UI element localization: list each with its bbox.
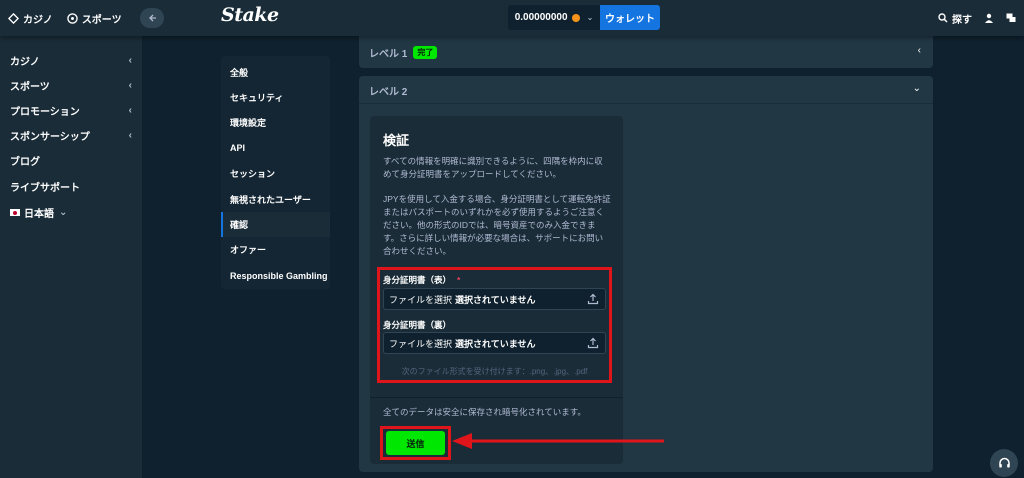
- language-selector[interactable]: 日本語 ⌄: [10, 205, 132, 220]
- sidebar-item-label: ブログ: [10, 157, 40, 168]
- sidebar-item-label: カジノ: [10, 57, 40, 68]
- sidebar-item-label: ライブサポート: [10, 183, 80, 194]
- settings-nav-verification[interactable]: 確認: [221, 212, 330, 237]
- bitcoin-icon: [571, 13, 580, 22]
- level-2-title: レベル 2: [369, 86, 408, 98]
- chat-toggle-button[interactable]: [1006, 13, 1016, 23]
- red-arrow-icon: [452, 433, 664, 449]
- level-1-panel[interactable]: レベル 1 完了 ‹: [359, 36, 933, 68]
- chevron-left-icon: ‹: [128, 130, 132, 141]
- stake-logo[interactable]: Stake: [221, 4, 279, 26]
- wallet-group: 0.00000000 ⌄ ウォレット: [508, 5, 660, 30]
- highlight-submit-box: [380, 426, 451, 460]
- casino-tab[interactable]: カジノ: [8, 11, 53, 26]
- settings-nav-preferences[interactable]: 環境設定: [221, 110, 330, 135]
- balance-selector[interactable]: 0.00000000 ⌄: [508, 5, 600, 30]
- level-2-title-wrap: レベル 2: [369, 76, 407, 104]
- casino-tab-label: カジノ: [23, 14, 53, 26]
- sidebar-item-label: スポンサーシップ: [10, 132, 90, 143]
- sidebar-item-sports[interactable]: スポーツ ‹: [10, 78, 132, 93]
- sidebar-item-live-support[interactable]: ライブサポート: [10, 179, 132, 194]
- level-1-header: レベル 1 完了: [369, 36, 438, 68]
- sports-tab-label: スポーツ: [81, 14, 122, 26]
- card-divider: [370, 397, 623, 398]
- settings-nav-api[interactable]: API: [221, 135, 330, 160]
- balance-amount: 0.00000000: [514, 12, 568, 23]
- japan-flag-icon: [10, 209, 20, 216]
- chevron-down-icon: ⌄: [59, 207, 68, 218]
- chevron-left-icon: ‹: [128, 55, 132, 66]
- sidebar-item-casino[interactable]: カジノ ‹: [10, 53, 132, 68]
- sidebar: カジノ ‹ スポーツ ‹ プロモーション ‹ スポンサーシップ ‹ ブログ ライ…: [0, 36, 142, 478]
- collapse-arrow-icon: [148, 14, 156, 22]
- top-bar-right: 探す: [938, 0, 1016, 36]
- sports-ball-icon: [67, 12, 78, 24]
- top-bar-left: カジノ スポーツ: [8, 0, 164, 36]
- chat-bubbles-icon: [1006, 13, 1016, 22]
- settings-nav-offers[interactable]: オファー: [221, 237, 330, 262]
- casino-icon: [8, 12, 19, 24]
- search-icon: [938, 13, 948, 23]
- search-label: 探す: [952, 14, 972, 26]
- secure-storage-note: 全てのデータは安全に保存され暗号化されています。: [383, 407, 586, 417]
- user-icon: [985, 13, 993, 23]
- settings-nav-sessions[interactable]: セッション: [221, 161, 330, 186]
- top-bar: カジノ スポーツ Stake 0.00000000 ⌄ ウォレット 探す: [0, 0, 1024, 36]
- chevron-left-icon[interactable]: ‹: [918, 45, 921, 56]
- sidebar-item-sponsorship[interactable]: スポンサーシップ ‹: [10, 128, 132, 143]
- language-label: 日本語: [24, 209, 54, 220]
- sports-tab[interactable]: スポーツ: [67, 11, 122, 26]
- sidebar-item-label: スポーツ: [10, 82, 50, 93]
- settings-nav: 全般 セキュリティ 環境設定 API セッション 無視されたユーザー 確認 オフ…: [221, 56, 330, 289]
- complete-badge: 完了: [413, 45, 438, 59]
- chevron-left-icon: ‹: [128, 80, 132, 91]
- settings-nav-responsible-gambling[interactable]: Responsible Gambling: [221, 263, 330, 288]
- sidebar-collapse-button[interactable]: [139, 8, 164, 28]
- chevron-down-icon: ⌄: [586, 13, 594, 22]
- headset-icon: [998, 457, 1010, 467]
- instruction-text: すべての情報を明確に識別できるように、四隅を枠内に収めて身分証明書をアップロード…: [383, 156, 603, 179]
- jpy-notice-text: JPYを使用して入金する場合、身分証明書として運転免許証またはパスポートのいずれ…: [383, 194, 611, 256]
- settings-nav-security[interactable]: セキュリティ: [221, 85, 330, 110]
- sidebar-item-blog[interactable]: ブログ: [10, 153, 132, 168]
- highlight-id-upload-box: [377, 267, 612, 383]
- verification-title: 検証: [383, 133, 410, 148]
- wallet-button[interactable]: ウォレット: [600, 5, 660, 30]
- sidebar-item-label: プロモーション: [10, 107, 80, 118]
- profile-button[interactable]: [984, 13, 994, 23]
- live-chat-button[interactable]: [990, 449, 1018, 477]
- chevron-left-icon: ‹: [128, 105, 132, 116]
- chevron-down-icon[interactable]: ⌄: [913, 83, 921, 94]
- settings-nav-ignored-users[interactable]: 無視されたユーザー: [221, 187, 330, 212]
- settings-nav-general[interactable]: 全般: [221, 60, 330, 85]
- sidebar-item-promotions[interactable]: プロモーション ‹: [10, 103, 132, 118]
- level-1-title: レベル 1: [369, 48, 408, 60]
- search-button[interactable]: 探す: [938, 11, 972, 26]
- level-2-header[interactable]: レベル 2 ⌄: [359, 76, 933, 104]
